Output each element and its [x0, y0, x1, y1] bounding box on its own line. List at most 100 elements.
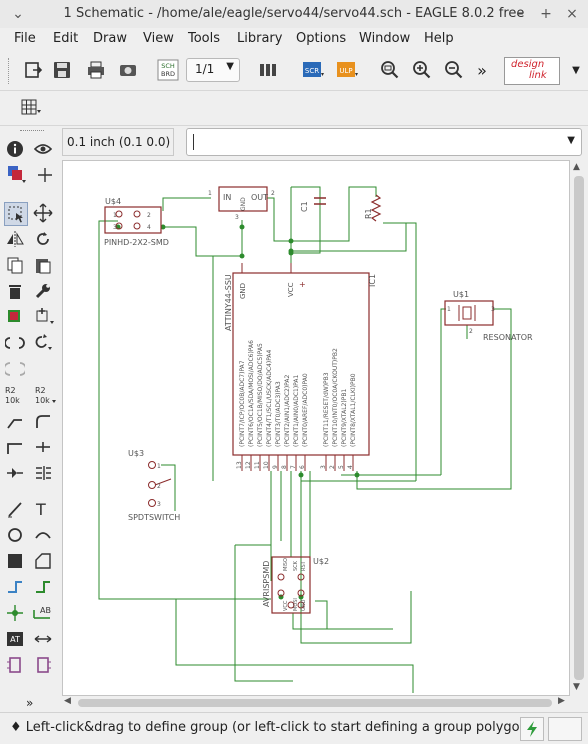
- designlink-dropdown-icon[interactable]: ▼: [564, 58, 588, 82]
- menu-window[interactable]: Window: [359, 31, 410, 46]
- script-icon[interactable]: SCR: [302, 58, 326, 82]
- close-button[interactable]: ×: [562, 4, 582, 24]
- info-icon[interactable]: [4, 138, 26, 160]
- scroll-down-icon[interactable]: ▼: [573, 682, 580, 692]
- menu-options[interactable]: Options: [296, 31, 346, 46]
- text-icon[interactable]: T: [32, 498, 54, 520]
- optimize-icon[interactable]: [32, 436, 54, 458]
- cam-icon[interactable]: [116, 58, 140, 82]
- ic1-pin-number: 8: [281, 465, 288, 469]
- grid-icon[interactable]: [20, 96, 44, 120]
- open-icon[interactable]: [22, 58, 46, 82]
- menu-edit[interactable]: Edit: [53, 31, 78, 46]
- value-10k: 10k: [5, 396, 20, 405]
- attribute-icon[interactable]: AT: [4, 628, 26, 650]
- name-icon[interactable]: R2 10k: [34, 384, 56, 406]
- show-icon[interactable]: [32, 138, 54, 160]
- mark-icon[interactable]: [34, 164, 56, 186]
- command-line-input[interactable]: ▼: [186, 128, 582, 156]
- paste-icon[interactable]: [32, 254, 54, 276]
- part-regulator[interactable]: IN OUT GND 1 2 3: [208, 186, 275, 221]
- part-u1-resonator[interactable]: U$1 RESONATOR 1 2 3: [444, 290, 533, 342]
- scroll-left-icon[interactable]: ◀: [64, 696, 71, 706]
- ulp-icon[interactable]: ULP: [336, 58, 360, 82]
- save-icon[interactable]: [50, 58, 74, 82]
- menu-view[interactable]: View: [143, 31, 174, 46]
- reg-out: OUT: [251, 193, 268, 202]
- group-icon[interactable]: [4, 202, 28, 226]
- ic1-pin-label: (PCINT6/OC1A/SDA/MOSI/ADC6)PA6: [248, 340, 255, 447]
- pin-swap-icon[interactable]: [4, 358, 26, 380]
- scroll-up-icon[interactable]: ▲: [573, 162, 580, 172]
- part-u3-switch[interactable]: U$3 SPDTSWITCH 1 2 3: [128, 449, 180, 522]
- module-icon[interactable]: [4, 654, 26, 676]
- delete-icon[interactable]: [4, 280, 26, 302]
- maximize-button[interactable]: +: [536, 4, 556, 24]
- horizontal-scrollbar[interactable]: ◀ ▶: [62, 696, 570, 710]
- label-icon[interactable]: AB: [32, 602, 54, 624]
- polygon-icon[interactable]: [32, 550, 54, 572]
- u1-name: U$1: [453, 290, 469, 299]
- zoom-out-icon[interactable]: [442, 58, 466, 82]
- invoke-icon[interactable]: [4, 332, 26, 354]
- move-icon[interactable]: [32, 202, 54, 224]
- part-u2-avrisp[interactable]: AVRISPSMD U$2 MISO SCK RST VCC MOSI GND: [262, 556, 329, 614]
- port-icon[interactable]: [32, 654, 54, 676]
- erc-icon[interactable]: [4, 462, 26, 484]
- arc-icon[interactable]: [32, 524, 54, 546]
- sheet-select[interactable]: 1/1 ▼: [186, 58, 240, 82]
- add-part-icon[interactable]: [4, 306, 26, 328]
- toolbar-more-icon[interactable]: »: [470, 58, 494, 82]
- junction-icon[interactable]: [4, 602, 26, 624]
- menu-file[interactable]: File: [14, 31, 36, 46]
- r1-name: R1: [364, 208, 373, 219]
- bus-icon[interactable]: [32, 576, 54, 598]
- split-icon[interactable]: [4, 410, 26, 432]
- vertical-scrollbar[interactable]: ▲ ▼: [571, 160, 587, 696]
- value-icon[interactable]: R2 10k: [4, 384, 26, 406]
- part-u4[interactable]: U$4 PINHD-2X2-SMD 1 2 3 4: [104, 197, 169, 247]
- command-history-dropdown-icon[interactable]: ▼: [567, 135, 575, 146]
- zoom-fit-icon[interactable]: [378, 58, 402, 82]
- u2-name: U$2: [313, 557, 329, 566]
- slice-icon[interactable]: [4, 436, 26, 458]
- menu-help[interactable]: Help: [424, 31, 454, 46]
- sidebar-more-icon[interactable]: »: [26, 696, 33, 710]
- part-ic1[interactable]: ATTINY44-SSU IC1 GND VCC + (PCINT7/ICP/O…: [224, 263, 377, 471]
- schematic-drawing[interactable]: U$4 PINHD-2X2-SMD 1 2 3 4 IN OUT GND 1 2…: [63, 161, 570, 696]
- wire-icon[interactable]: [4, 498, 26, 520]
- net-icon[interactable]: [4, 576, 26, 598]
- gate-swap-icon[interactable]: [32, 332, 54, 354]
- rotate-icon[interactable]: [32, 228, 54, 250]
- u2-pin-labels: MISO SCK RST VCC MOSI GND: [283, 558, 307, 611]
- chevron-down-icon: ▼: [226, 61, 234, 72]
- miter-icon[interactable]: [32, 410, 54, 432]
- designlink-button[interactable]: design link: [504, 57, 560, 85]
- vertical-scroll-thumb[interactable]: [574, 176, 584, 680]
- circle-icon[interactable]: [4, 524, 26, 546]
- dimension-icon[interactable]: [32, 628, 54, 650]
- layer-display-icon[interactable]: [6, 164, 28, 186]
- main-toolbar: SCH BRD 1/1 ▼ SCR ULP » design link ▼: [0, 52, 588, 91]
- menu-tools[interactable]: Tools: [188, 31, 220, 46]
- menu-draw[interactable]: Draw: [93, 31, 127, 46]
- library-icon[interactable]: [256, 58, 280, 82]
- lightning-icon[interactable]: [520, 717, 544, 741]
- replace-icon[interactable]: [34, 306, 56, 328]
- copy-icon[interactable]: [4, 254, 26, 276]
- schematic-canvas[interactable]: U$4 PINHD-2X2-SMD 1 2 3 4 IN OUT GND 1 2…: [62, 160, 570, 696]
- align-icon[interactable]: [32, 462, 54, 484]
- horizontal-scroll-thumb[interactable]: [78, 699, 552, 707]
- minimize-button[interactable]: –: [510, 4, 530, 24]
- rectangle-icon[interactable]: [4, 550, 26, 572]
- menu-library[interactable]: Library: [237, 31, 282, 46]
- zoom-in-icon[interactable]: [410, 58, 434, 82]
- stop-icon[interactable]: [548, 717, 582, 741]
- print-icon[interactable]: [84, 58, 108, 82]
- wrench-icon[interactable]: [32, 280, 54, 302]
- part-c1[interactable]: C1: [300, 197, 326, 212]
- sch-brd-switch-icon[interactable]: SCH BRD: [156, 58, 180, 82]
- scroll-right-icon[interactable]: ▶: [558, 696, 565, 706]
- part-r1[interactable]: R1: [364, 194, 382, 222]
- mirror-icon[interactable]: [4, 228, 26, 250]
